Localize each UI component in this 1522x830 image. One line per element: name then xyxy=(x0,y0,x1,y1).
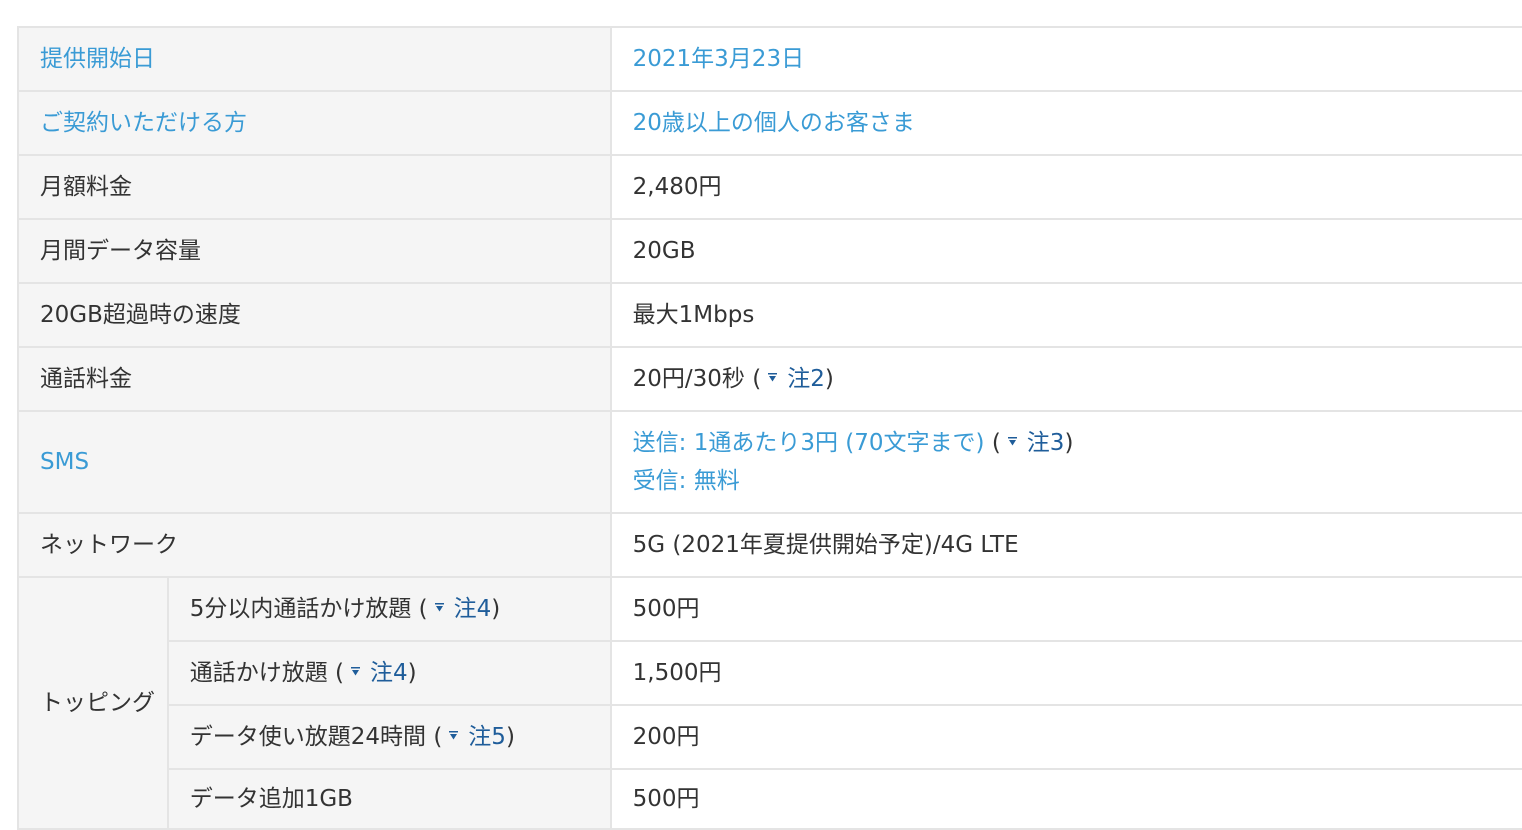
start-date-value: 2021年3月23日 xyxy=(609,26,1522,92)
close-paren: ) xyxy=(1064,430,1074,456)
monthly-fee-value: 2,480円 xyxy=(609,154,1522,220)
down-arrow-icon xyxy=(434,602,445,613)
sms-receive-text: 受信: 無料 xyxy=(632,468,740,494)
overage-speed-label: 20GB超過時の速度 xyxy=(17,282,612,348)
topping-item-label: 通話かけ放題 ( 注4) xyxy=(166,640,612,706)
table-row-network: ネットワーク 5G (2021年夏提供開始予定)/4G LTE xyxy=(17,512,1522,578)
open-paren: ( xyxy=(991,430,1001,456)
call-fee-text: 20円/30秒 xyxy=(632,366,745,392)
plan-spec-table: 提供開始日 2021年3月23日 ご契約いただける方 20歳以上の個人のお客さま… xyxy=(17,26,1522,830)
table-row-start-date: 提供開始日 2021年3月23日 xyxy=(17,26,1522,92)
open-paren: ( xyxy=(433,724,443,750)
table-row-topping-4: データ追加1GB 500円 xyxy=(18,768,1522,830)
note-5-link[interactable]: 注5 xyxy=(468,724,506,750)
sms-send-text: 送信: 1通あたり3円 (70文字まで) xyxy=(632,430,985,456)
monthly-fee-label: 月額料金 xyxy=(17,154,612,220)
call-fee-value: 20円/30秒 ( 注2) xyxy=(609,346,1522,412)
topping-3-text: データ使い放題24時間 xyxy=(189,724,426,750)
call-fee-label: 通話料金 xyxy=(17,346,612,412)
topping-group-label: トッピング xyxy=(17,576,169,830)
start-date-label: 提供開始日 xyxy=(17,26,612,92)
note-4-link[interactable]: 注4 xyxy=(454,596,492,622)
table-row-topping-1: トッピング 5分以内通話かけ放題 ( 注4) 500円 xyxy=(17,576,1522,830)
close-paren: ) xyxy=(505,724,515,750)
note-4-link[interactable]: 注4 xyxy=(370,660,408,686)
topping-item-label: データ使い放題24時間 ( 注5) xyxy=(166,704,612,770)
table-row-topping-2: 通話かけ放題 ( 注4) 1,500円 xyxy=(18,640,1522,706)
down-arrow-icon xyxy=(350,666,361,677)
table-row-overage-speed: 20GB超過時の速度 最大1Mbps xyxy=(17,282,1522,348)
sms-label: SMS xyxy=(17,410,612,514)
data-capacity-label: 月間データ容量 xyxy=(17,218,612,284)
close-paren: ) xyxy=(407,660,417,686)
table-row-monthly-fee: 月額料金 2,480円 xyxy=(17,154,1522,220)
down-arrow-icon xyxy=(448,730,459,741)
table-row-call-fee: 通話料金 20円/30秒 ( 注2) xyxy=(17,346,1522,412)
sms-value: 送信: 1通あたり3円 (70文字まで) ( 注3) 受信: 無料 xyxy=(609,410,1522,514)
data-capacity-value: 20GB xyxy=(609,218,1522,284)
topping-1-text: 5分以内通話かけ放題 xyxy=(189,596,412,622)
sms-send-line: 送信: 1通あたり3円 (70文字まで) ( 注3) xyxy=(633,424,1522,462)
table-row-topping-3: データ使い放題24時間 ( 注5) 200円 xyxy=(18,704,1522,770)
open-paren: ( xyxy=(335,660,345,686)
note-3-link[interactable]: 注3 xyxy=(1027,430,1065,456)
overage-speed-value: 最大1Mbps xyxy=(609,282,1522,348)
topping-item-label: 5分以内通話かけ放題 ( 注4) xyxy=(166,576,612,642)
network-label: ネットワーク xyxy=(17,512,612,578)
table-row-data-capacity: 月間データ容量 20GB xyxy=(17,218,1522,284)
close-paren: ) xyxy=(491,596,501,622)
down-arrow-icon xyxy=(1007,436,1018,447)
topping-2-text: 通話かけ放題 xyxy=(189,660,328,686)
open-paren: ( xyxy=(752,366,762,392)
topping-1-value: 500円 xyxy=(609,576,1522,642)
open-paren: ( xyxy=(418,596,428,622)
topping-4-label: データ追加1GB xyxy=(166,768,612,830)
down-arrow-icon xyxy=(767,372,778,383)
table-row-sms: SMS 送信: 1通あたり3円 (70文字まで) ( 注3) 受信: 無料 xyxy=(17,410,1522,514)
topping-3-value: 200円 xyxy=(609,704,1522,770)
table-row-eligibility: ご契約いただける方 20歳以上の個人のお客さま xyxy=(17,90,1522,156)
note-2-link[interactable]: 注2 xyxy=(787,366,825,392)
topping-4-value: 500円 xyxy=(609,768,1522,830)
eligibility-label: ご契約いただける方 xyxy=(17,90,612,156)
topping-2-value: 1,500円 xyxy=(609,640,1522,706)
network-value: 5G (2021年夏提供開始予定)/4G LTE xyxy=(609,512,1522,578)
eligibility-value: 20歳以上の個人のお客さま xyxy=(609,90,1522,156)
close-paren: ) xyxy=(824,366,834,392)
